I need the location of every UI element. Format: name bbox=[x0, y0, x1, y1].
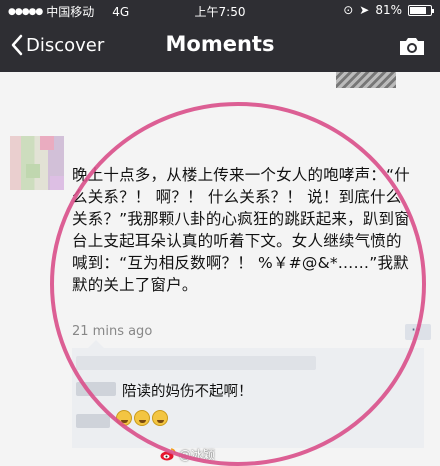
location-arrow-icon: ➤ bbox=[359, 3, 370, 17]
page-title: Moments bbox=[165, 32, 275, 56]
comment-text: 陪读的妈伤不起啊！ bbox=[122, 384, 253, 400]
camera-icon[interactable] bbox=[398, 35, 426, 57]
post-timestamp: 21 mins ago bbox=[72, 324, 153, 339]
avatar-pixel bbox=[26, 164, 40, 178]
avatar[interactable] bbox=[10, 136, 64, 190]
grin-emoji-icon bbox=[152, 410, 168, 426]
commenter-name[interactable] bbox=[76, 382, 116, 396]
grin-emoji-icon bbox=[116, 410, 132, 426]
status-right: ⊙ ➤ 81% bbox=[343, 3, 434, 17]
grin-emoji-icon bbox=[134, 410, 150, 426]
battery-icon bbox=[408, 4, 434, 16]
status-bar: ●●●●● 中国移动 4G 上午7:50 ⊙ ➤ 81% bbox=[0, 0, 440, 20]
weibo-logo-icon bbox=[160, 448, 176, 461]
battery-percent: 81% bbox=[375, 3, 402, 17]
watermark-text: @冰颖 bbox=[179, 448, 216, 462]
comments-panel: 陪读的妈伤不起啊！ bbox=[72, 340, 424, 448]
post-text: 晚上十点多，从楼上传来一个女人的咆哮声：“什么关系？！ 啊？！ 什么关系？！ 说… bbox=[72, 166, 410, 294]
cover-image bbox=[336, 72, 396, 88]
avatar-pixel bbox=[50, 176, 64, 190]
weibo-watermark: @冰颖 bbox=[160, 446, 215, 463]
battery-fill bbox=[410, 6, 427, 14]
commenter-name[interactable] bbox=[76, 414, 110, 428]
lock-rotation-icon: ⊙ bbox=[343, 3, 354, 17]
moments-feed[interactable]: 晚上十点多，从楼上传来一个女人的咆哮声：“什么关系？！ 啊？！ 什么关系？！ 说… bbox=[0, 72, 440, 466]
avatar-pixel bbox=[40, 136, 54, 150]
nav-bar: Discover Moments bbox=[0, 20, 440, 72]
comment-emojis bbox=[116, 410, 170, 426]
likes-row bbox=[76, 356, 316, 370]
comment-menu-button[interactable] bbox=[405, 320, 431, 340]
